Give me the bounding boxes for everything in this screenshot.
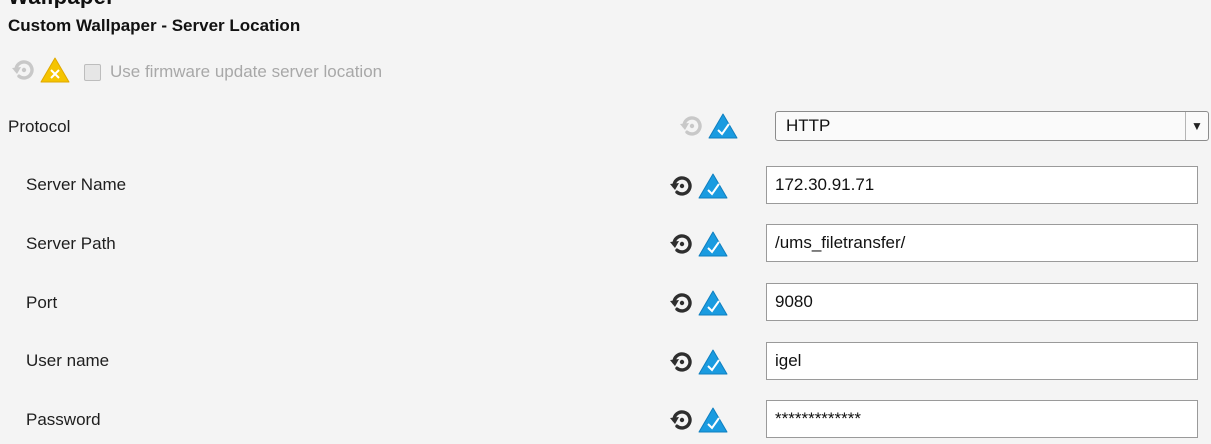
server-path-label: Server Path — [26, 234, 116, 253]
reset-icon — [680, 115, 704, 137]
check-triangle-icon — [698, 173, 728, 199]
password-input[interactable] — [766, 400, 1198, 438]
use-firmware-label: Use firmware update server location — [110, 62, 383, 81]
port-status-icons — [670, 287, 728, 319]
protocol-status-icons — [680, 110, 738, 142]
use-firmware-row: Use firmware update server location — [12, 56, 382, 88]
clipped-heading-text: Wallpaper — [8, 0, 115, 8]
server-path-status-icons — [670, 228, 728, 260]
reset-icon[interactable] — [670, 409, 694, 431]
server-name-status-icons — [670, 170, 728, 202]
server-path-input[interactable] — [766, 224, 1198, 262]
server-name-input[interactable] — [766, 166, 1198, 204]
password-label: Password — [26, 410, 101, 429]
use-firmware-checkbox[interactable] — [84, 63, 101, 81]
server-name-label: Server Name — [26, 175, 127, 194]
clipped-page-heading: Wallpaper — [0, 0, 1211, 8]
reset-icon[interactable] — [670, 175, 694, 197]
check-triangle-icon — [698, 231, 728, 257]
check-triangle-icon — [698, 407, 728, 433]
user-name-status-icons — [670, 346, 728, 378]
chevron-down-icon[interactable]: ▼ — [1185, 112, 1208, 140]
section-title: Custom Wallpaper - Server Location — [8, 16, 301, 35]
protocol-select[interactable]: HTTP ▼ — [775, 111, 1209, 141]
port-input[interactable] — [766, 283, 1198, 321]
reset-icon — [12, 59, 36, 86]
user-name-input[interactable] — [766, 342, 1198, 380]
password-status-icons — [670, 404, 728, 436]
check-triangle-icon — [708, 113, 738, 139]
warning-triangle-icon — [40, 57, 70, 88]
protocol-select-value: HTTP — [786, 116, 831, 135]
reset-icon[interactable] — [670, 233, 694, 255]
check-triangle-icon — [698, 290, 728, 316]
user-name-label: User name — [26, 351, 110, 370]
reset-icon[interactable] — [670, 351, 694, 373]
protocol-label: Protocol — [8, 117, 71, 136]
reset-icon[interactable] — [670, 292, 694, 314]
check-triangle-icon — [698, 349, 728, 375]
port-label: Port — [26, 293, 58, 312]
